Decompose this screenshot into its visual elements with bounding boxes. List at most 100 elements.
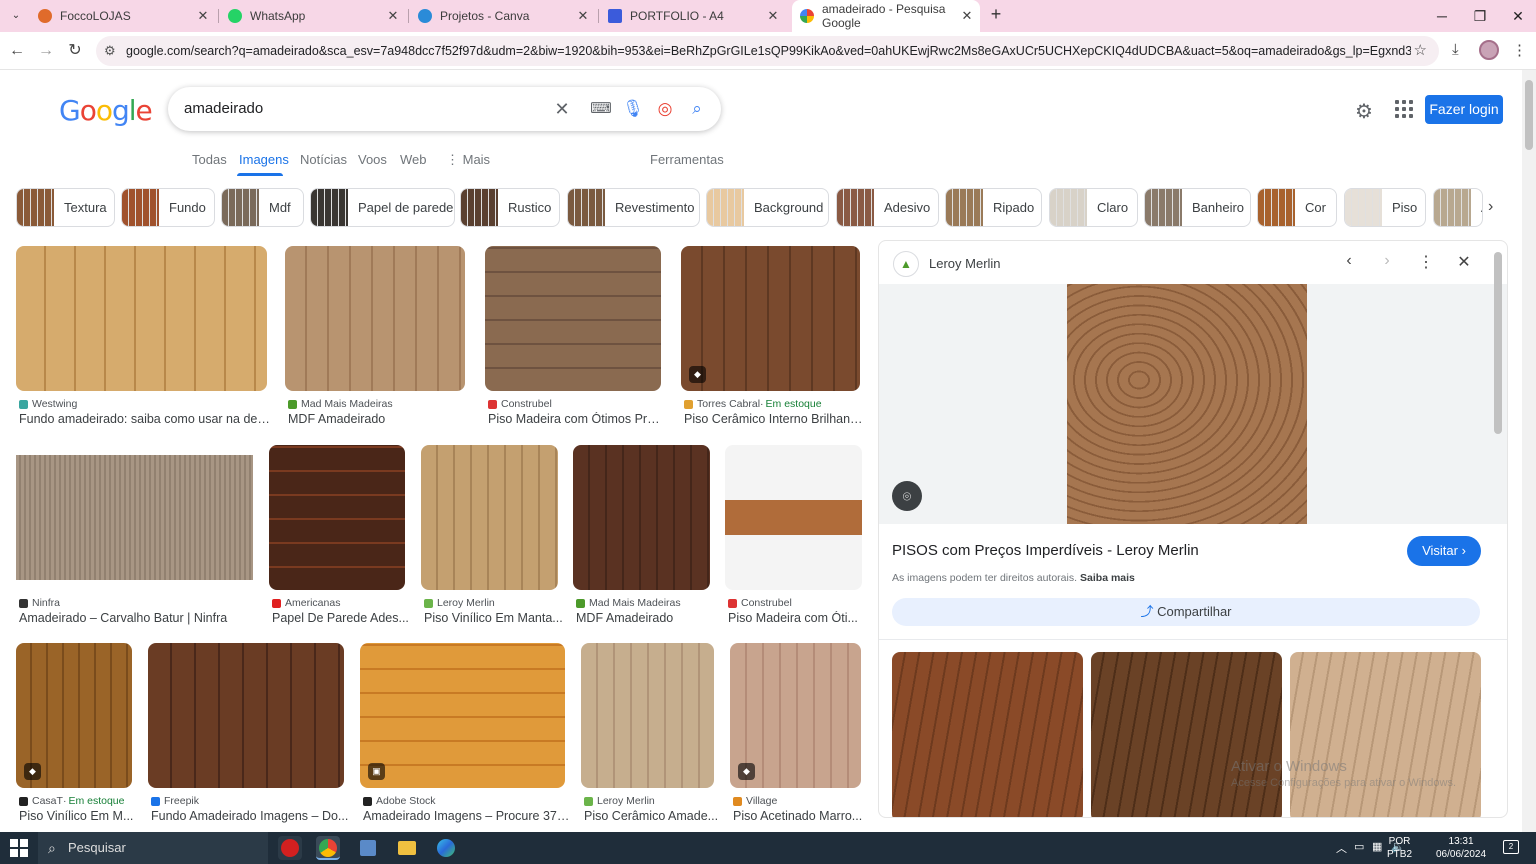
taskbar-app-icon[interactable] bbox=[356, 836, 380, 860]
image-result[interactable]: Mad Mais Madeiras MDF Amadeirado bbox=[573, 445, 710, 630]
result-title[interactable]: Fundo amadeirado: saiba como usar na dec… bbox=[19, 412, 272, 426]
image-result[interactable]: Freepik Fundo Amadeirado Imagens – Do... bbox=[148, 643, 348, 828]
taskbar-app-icon[interactable] bbox=[395, 836, 419, 860]
tools-button[interactable]: Ferramentas bbox=[650, 152, 724, 167]
related-search-chip[interactable]: Revestimento bbox=[567, 188, 700, 227]
maximize-icon[interactable]: ❐ bbox=[1460, 0, 1500, 32]
result-title[interactable]: Piso Cerâmico Interno Brilhante... bbox=[684, 412, 865, 426]
settings-gear-icon[interactable]: ⚙ bbox=[1355, 99, 1373, 124]
tab-flights[interactable]: Voos bbox=[358, 152, 387, 167]
image-result[interactable]: Mad Mais Madeiras MDF Amadeirado bbox=[285, 246, 465, 431]
result-source[interactable]: Westwing bbox=[19, 398, 77, 410]
result-thumbnail[interactable] bbox=[421, 445, 558, 590]
forward-icon[interactable]: → bbox=[35, 40, 57, 62]
search-icon[interactable]: ⌕ bbox=[686, 98, 708, 120]
close-tab-icon[interactable]: ✕ bbox=[386, 9, 400, 23]
more-options-icon[interactable]: ⋮ bbox=[1415, 252, 1437, 272]
page-scrollbar[interactable] bbox=[1522, 70, 1536, 832]
tab-images[interactable]: Imagens bbox=[239, 152, 289, 167]
back-icon[interactable]: ← bbox=[6, 40, 28, 62]
related-search-chip[interactable]: Ripado bbox=[945, 188, 1042, 227]
result-title[interactable]: Piso Cerâmico Amade... bbox=[584, 809, 719, 823]
panel-title[interactable]: PISOS com Preços Imperdíveis - Leroy Mer… bbox=[892, 542, 1199, 559]
result-source[interactable]: Mad Mais Madeiras bbox=[288, 398, 393, 410]
google-logo[interactable]: Google bbox=[59, 94, 153, 127]
image-result[interactable]: Westwing Fundo amadeirado: saiba como usa… bbox=[16, 246, 272, 431]
related-search-chip[interactable]: A bbox=[1433, 188, 1483, 227]
related-search-chip[interactable]: Piso bbox=[1344, 188, 1426, 227]
browser-tab[interactable]: PORTFOLIO - A4 ✕ bbox=[600, 0, 786, 32]
network-icon[interactable]: ▦ bbox=[1372, 840, 1382, 853]
image-result[interactable]: ◆ CasaT · Em estoque Piso Vinílico Em M... bbox=[16, 643, 133, 828]
lens-search-icon[interactable]: ⌾ bbox=[892, 481, 922, 511]
result-thumbnail[interactable] bbox=[269, 445, 405, 590]
result-source[interactable]: Mad Mais Madeiras bbox=[576, 597, 681, 609]
taskbar-app-icon[interactable] bbox=[278, 836, 302, 860]
tab-news[interactable]: Notícias bbox=[300, 152, 347, 167]
sign-in-button[interactable]: Fazer login bbox=[1425, 95, 1503, 124]
result-title[interactable]: Piso Acetinado Marro... bbox=[733, 809, 866, 823]
language-indicator[interactable]: POR PTB2 bbox=[1387, 835, 1412, 861]
close-window-icon[interactable]: ✕ bbox=[1498, 0, 1536, 32]
windows-start-icon[interactable] bbox=[10, 839, 28, 857]
related-image[interactable] bbox=[1290, 652, 1481, 817]
result-thumbnail[interactable] bbox=[16, 246, 267, 391]
site-info-icon[interactable]: ⚙ bbox=[104, 43, 116, 59]
notification-icon[interactable]: 2 bbox=[1503, 840, 1519, 854]
related-search-chip[interactable]: Rustico bbox=[460, 188, 560, 227]
chips-next-icon[interactable]: › bbox=[1488, 198, 1493, 216]
related-search-chip[interactable]: Adesivo bbox=[836, 188, 939, 227]
taskbar-app-icon[interactable] bbox=[434, 836, 458, 860]
related-search-chip[interactable]: Cor bbox=[1257, 188, 1337, 227]
result-thumbnail[interactable] bbox=[573, 445, 710, 590]
panel-scrollbar[interactable] bbox=[1494, 252, 1502, 434]
close-tab-icon[interactable]: ✕ bbox=[766, 9, 780, 23]
related-search-chip[interactable]: Fundo bbox=[121, 188, 215, 227]
next-image-icon[interactable]: › bbox=[1376, 252, 1398, 270]
result-title[interactable]: Piso Madeira com Ótimos Preç... bbox=[488, 412, 666, 426]
result-source[interactable]: Freepik bbox=[151, 795, 199, 807]
result-title[interactable]: Piso Madeira com Óti... bbox=[728, 611, 867, 625]
result-source[interactable]: Leroy Merlin bbox=[584, 795, 655, 807]
result-thumbnail[interactable]: ◆ bbox=[16, 643, 132, 788]
tray-app-icon[interactable]: ▭ bbox=[1354, 840, 1364, 853]
image-result[interactable]: Leroy Merlin Piso Cerâmico Amade... bbox=[581, 643, 718, 828]
result-thumbnail[interactable]: ▣ bbox=[360, 643, 565, 788]
keyboard-icon[interactable]: ⌨ bbox=[590, 98, 612, 120]
close-tab-icon[interactable]: ✕ bbox=[576, 9, 590, 23]
related-search-chip[interactable]: Mdf bbox=[221, 188, 304, 227]
result-thumbnail[interactable] bbox=[485, 246, 661, 391]
taskbar-app-icon[interactable] bbox=[316, 836, 340, 860]
close-tab-icon[interactable]: ✕ bbox=[960, 9, 974, 23]
result-source[interactable]: Construbel bbox=[488, 398, 552, 410]
result-title[interactable]: Amadeirado – Carvalho Batur | Ninfra bbox=[19, 611, 258, 625]
result-title[interactable]: Piso Vinílico Em M... bbox=[19, 809, 137, 823]
result-title[interactable]: Papel De Parede Ades... bbox=[272, 611, 410, 625]
tab-all[interactable]: Todas bbox=[192, 152, 227, 167]
address-bar[interactable]: ⚙ google.com/search?q=amadeirado&sca_esv… bbox=[96, 36, 1439, 66]
search-box[interactable]: amadeirado ✕ ⌨ 🎙 ◎ ⌕ bbox=[168, 87, 721, 131]
result-title[interactable]: Fundo Amadeirado Imagens – Do... bbox=[151, 809, 349, 823]
result-title[interactable]: Piso Vinílico Em Manta... bbox=[424, 611, 563, 625]
result-thumbnail[interactable] bbox=[16, 445, 253, 590]
related-search-chip[interactable]: Background bbox=[706, 188, 829, 227]
related-search-chip[interactable]: Claro bbox=[1049, 188, 1138, 227]
result-thumbnail[interactable] bbox=[581, 643, 714, 788]
result-thumbnail[interactable] bbox=[148, 643, 344, 788]
voice-search-icon[interactable]: 🎙 bbox=[622, 98, 644, 120]
result-source[interactable]: Torres Cabral · Em estoque bbox=[684, 398, 822, 410]
bookmark-star-icon[interactable]: ☆ bbox=[1414, 41, 1427, 59]
visit-button[interactable]: Visitar › bbox=[1407, 536, 1481, 566]
clear-search-icon[interactable]: ✕ bbox=[551, 98, 573, 120]
previous-image-icon[interactable]: ‹ bbox=[1338, 252, 1360, 270]
result-source[interactable]: Leroy Merlin bbox=[424, 597, 495, 609]
result-thumbnail[interactable] bbox=[285, 246, 465, 391]
result-title[interactable]: MDF Amadeirado bbox=[288, 412, 470, 426]
tab-more[interactable]: ⋮ Mais bbox=[446, 152, 490, 168]
download-icon[interactable]: ⤓ bbox=[1452, 41, 1459, 58]
clock[interactable]: 13:31 06/06/2024 bbox=[1436, 835, 1486, 861]
result-source[interactable]: Ninfra bbox=[19, 597, 60, 609]
tab-web[interactable]: Web bbox=[400, 152, 427, 167]
result-source[interactable]: Construbel bbox=[728, 597, 792, 609]
related-image[interactable] bbox=[892, 652, 1083, 817]
